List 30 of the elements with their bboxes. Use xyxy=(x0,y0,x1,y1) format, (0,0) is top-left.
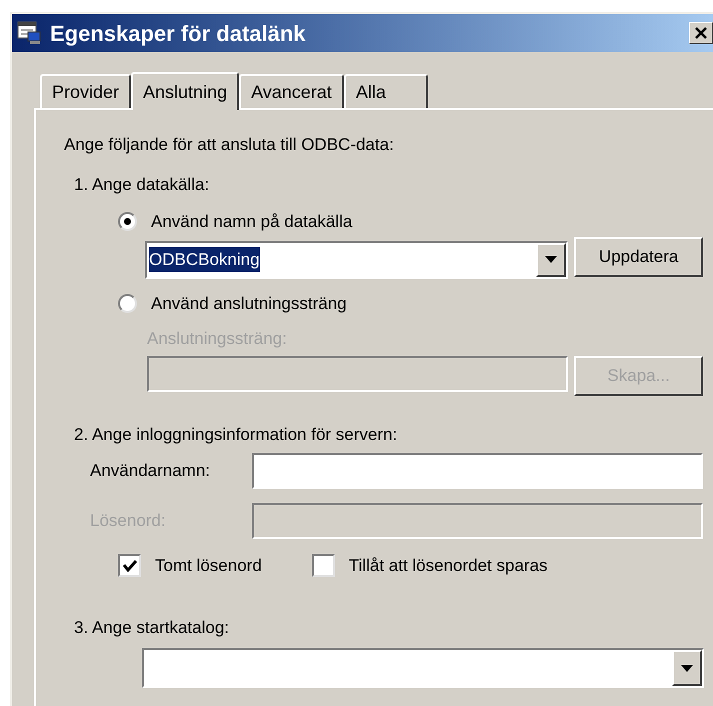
close-button[interactable] xyxy=(689,22,713,44)
catalog-combo[interactable] xyxy=(142,648,704,688)
caret-icon xyxy=(681,664,693,672)
caret-icon xyxy=(545,256,558,263)
dropdown-button[interactable] xyxy=(672,650,702,686)
checkbox[interactable] xyxy=(312,554,335,578)
tab[interactable]: Anslutning xyxy=(131,72,240,110)
check-icon xyxy=(122,560,136,572)
section-heading: 3. Ange startkatalog: xyxy=(74,616,230,638)
refresh-button[interactable]: Uppdatera xyxy=(574,236,703,276)
close-icon xyxy=(695,27,707,39)
username-field[interactable] xyxy=(252,453,703,489)
section-heading: 2. Ange inloggningsinformation för servern: xyxy=(74,424,398,446)
radio-button[interactable] xyxy=(118,212,137,232)
section-heading: 1. Ange datakälla: xyxy=(74,174,210,196)
radio-button[interactable] xyxy=(118,294,137,313)
intro-text: Ange följande för att ansluta till ODBC-data: xyxy=(64,134,395,156)
checkbox-label: Tillåt att lösenordet sparas xyxy=(348,555,548,577)
field-label: Användarnamn: xyxy=(90,460,212,482)
tab[interactable]: Alla xyxy=(344,74,428,108)
radio-label: Använd anslutningssträng xyxy=(151,292,347,314)
window-title: Egenskaper för datalänk xyxy=(50,20,306,48)
tab[interactable]: Avancerat xyxy=(239,74,344,108)
combo-value: ODBCBokning xyxy=(149,246,260,272)
datasource-combo[interactable]: ODBCBokning xyxy=(145,240,568,278)
checkbox[interactable] xyxy=(118,554,141,578)
checkbox-label: Tomt lösenord xyxy=(155,555,262,577)
tab[interactable]: Provider xyxy=(40,74,132,108)
radio-label: Använd namn på datakälla xyxy=(151,211,352,233)
dropdown-button[interactable] xyxy=(536,242,566,276)
